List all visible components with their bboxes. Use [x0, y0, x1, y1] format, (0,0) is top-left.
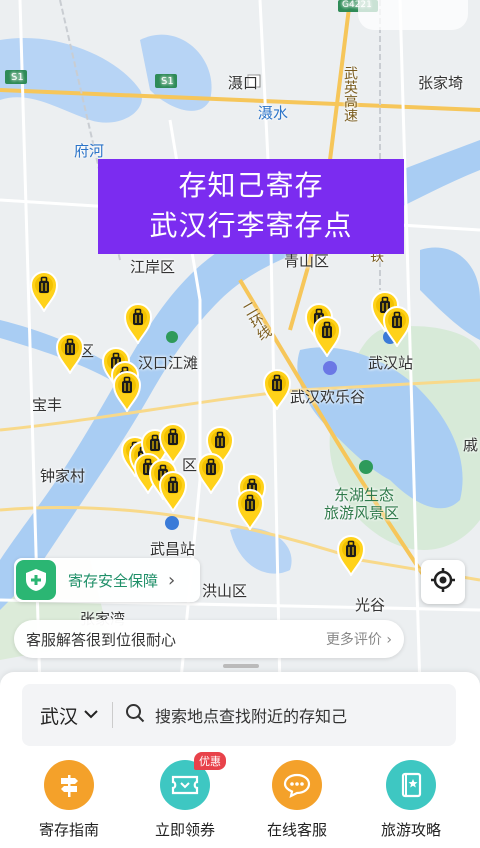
city-selector[interactable]: 武汉 [40, 702, 78, 729]
chevron-right-icon: › [168, 569, 176, 591]
storage-location-pin[interactable] [123, 302, 153, 346]
storage-location-pin[interactable] [312, 315, 342, 359]
search-divider [112, 702, 114, 728]
review-text: 客服解答很到位很耐心 [26, 630, 177, 649]
action-label: 寄存指南 [38, 821, 99, 839]
promo-banner: 存知己寄存 武汉行李寄存点 [98, 159, 404, 254]
guidebook-icon [386, 760, 436, 810]
more-reviews-link[interactable]: 更多评价 › [326, 629, 392, 649]
action-label: 在线客服 [266, 821, 327, 839]
storage-location-pin[interactable] [112, 370, 142, 414]
map-label-jiangan: 江岸区 [130, 258, 176, 276]
crosshair-icon [430, 567, 456, 597]
locate-button[interactable] [421, 560, 465, 604]
storage-location-pin[interactable] [336, 534, 366, 578]
storage-location-pin[interactable] [158, 470, 188, 514]
action-storage-guide[interactable]: 寄存指南 [14, 760, 124, 840]
map-label-donghu-2: 旅游风景区 [324, 504, 400, 522]
search-bar[interactable]: 武汉 搜索地点查找附近的存知己 [22, 684, 456, 746]
banner-line-2: 武汉行李寄存点 [149, 209, 353, 242]
storage-location-pin[interactable] [382, 305, 412, 349]
map-label-hongshan: 洪山区 [202, 582, 248, 600]
map-label-guanggu: 光谷 [355, 596, 386, 614]
map-label-fuhe: 府河 [74, 142, 105, 160]
map-view[interactable]: S1 S1 G4221 滠口 滠水 张家埼 武英高速 府河 江岸区 青山区 铁 … [0, 0, 480, 690]
signpost-icon [44, 760, 94, 810]
safety-guarantee-label: 寄存安全保障 [68, 571, 159, 590]
map-label-sheshui: 滠水 [258, 104, 289, 122]
miniprogram-capsule[interactable] [358, 0, 468, 30]
map-label-happy-valley: 武汉欢乐谷 [290, 388, 366, 406]
map-label-wuying-highway: 武英高速 [342, 66, 358, 122]
chat-bubble-icon [272, 760, 322, 810]
map-label-zhangjiaqi: 张家埼 [418, 74, 464, 92]
map-label-wuchang-station: 武昌站 [150, 540, 196, 558]
storage-location-pin[interactable] [235, 488, 265, 532]
map-label-s1-west: S1 [11, 72, 24, 83]
action-travel-guide[interactable]: 旅游攻略 [356, 760, 466, 840]
shield-plus-icon [16, 560, 56, 600]
map-label-baofeng: 宝丰 [32, 396, 63, 414]
map-label-s1-east: S1 [161, 76, 174, 87]
search-input[interactable]: 搜索地点查找附近的存知己 [155, 703, 347, 727]
map-label-zhongjiacun: 钟家村 [40, 467, 86, 485]
action-get-coupon[interactable]: 优惠 立即领券 [130, 752, 240, 840]
review-ticker[interactable]: 客服解答很到位很耐心 更多评价 › [14, 620, 404, 658]
map-label-shekou: 滠口 [228, 74, 259, 92]
promo-badge: 优惠 [194, 752, 226, 770]
sheet-drag-handle[interactable] [223, 664, 259, 668]
map-label-wuhan-station: 武汉站 [368, 354, 414, 372]
storage-location-pin[interactable] [55, 332, 85, 376]
storage-location-pin[interactable] [262, 368, 292, 412]
map-label-wei: 戚 [463, 436, 479, 454]
map-label-hankou-jiangtan: 汉口江滩 [138, 354, 199, 372]
safety-guarantee-button[interactable]: 寄存安全保障 › [14, 558, 200, 602]
action-online-service[interactable]: 在线客服 [242, 760, 352, 840]
storage-location-pin[interactable] [196, 452, 226, 496]
search-icon [125, 703, 145, 727]
bottom-sheet: 武汉 搜索地点查找附近的存知己 寄存指南 优惠 立即领券 在线客服 旅游攻略 [0, 672, 480, 848]
action-label: 立即领券 [154, 821, 215, 839]
chevron-down-icon[interactable] [84, 707, 98, 723]
map-label-g4221: G4221 [342, 0, 372, 10]
storage-location-pin[interactable] [29, 270, 59, 314]
banner-line-1: 存知己寄存 [178, 169, 324, 202]
action-label: 旅游攻略 [380, 821, 441, 839]
ticket-icon: 优惠 [160, 752, 226, 810]
